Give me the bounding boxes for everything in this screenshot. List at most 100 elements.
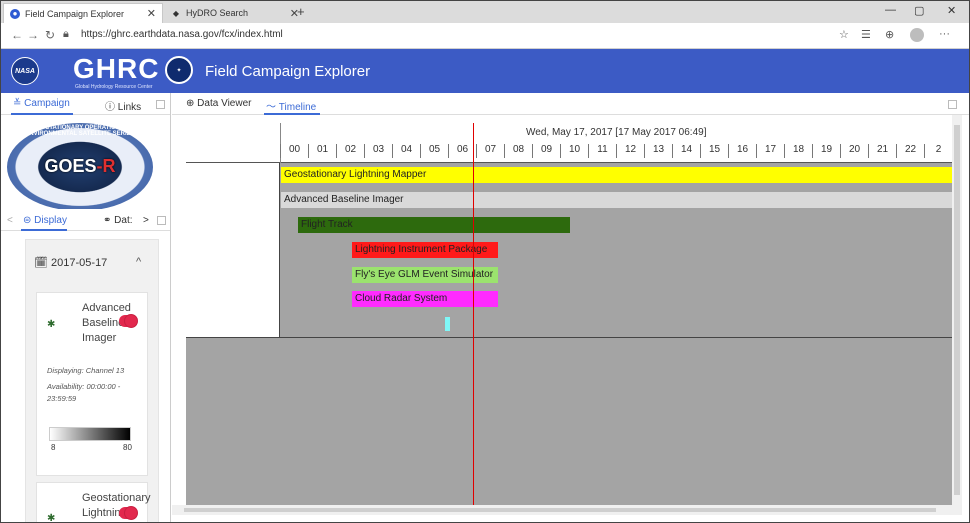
- availability-text: Availability: 00:00:00 -: [47, 382, 121, 391]
- hour-tick-label: 14: [672, 144, 700, 158]
- hour-tick-label: 04: [392, 144, 420, 158]
- refresh-icon[interactable]: ↻: [45, 28, 55, 42]
- timeline-group-border: [280, 337, 952, 338]
- browser-tab-field-campaign[interactable]: ● Field Campaign Explorer ✕: [3, 3, 163, 23]
- hour-tick-label: 07: [476, 144, 504, 158]
- timeline-bar-glm[interactable]: Geostationary Lightning Mapper: [281, 167, 952, 183]
- profile-avatar-icon[interactable]: [910, 28, 924, 42]
- campaign-icon: ≚: [13, 98, 22, 109]
- timeline-bar-flight-track[interactable]: Flight Track: [298, 217, 570, 233]
- favorites-list-icon[interactable]: ☰: [861, 28, 871, 41]
- tab-links[interactable]: ⓘ Links: [105, 98, 141, 113]
- collections-icon[interactable]: ⊕: [885, 28, 894, 41]
- nasa-logo-icon[interactable]: NASA: [11, 57, 39, 85]
- lock-icon: 🔒︎: [63, 28, 69, 40]
- browser-tab-hydro[interactable]: ◆ HyDRO Search ✕: [165, 3, 305, 23]
- timeline-group-column: [186, 163, 280, 338]
- tab-active-indicator: [21, 229, 67, 231]
- timeline-bar-small[interactable]: [445, 317, 450, 331]
- close-window-icon[interactable]: ✕: [947, 4, 956, 17]
- scrollbar-thumb[interactable]: [954, 125, 960, 495]
- tab-active-indicator: [264, 113, 320, 115]
- colorbar-max: 80: [123, 443, 132, 452]
- displaying-text: Displaying: Channel 13: [47, 366, 125, 375]
- left-tabs: ≚ Campaign ⓘ Links: [1, 93, 170, 115]
- hour-tick-label: 06: [448, 144, 476, 158]
- panel-expand-icon[interactable]: [157, 216, 166, 225]
- favorite-star-icon[interactable]: ☆: [839, 28, 849, 41]
- tab-data[interactable]: ⚭ Dat:: [103, 215, 133, 226]
- timeline-chart[interactable]: Wed, May 17, 2017 [17 May 2017 06:49] 00…: [186, 123, 952, 505]
- hour-tick-label: 01: [308, 144, 336, 158]
- layer-toggle[interactable]: [119, 507, 137, 519]
- hour-tick-label: 11: [588, 144, 616, 158]
- hour-axis: 00 01 02 03 04 05 06 07 08 09 10 11 12 13 14 15 16 17 18 19…: [280, 144, 952, 158]
- goes-logo-ring-text: GEOSTATIONARY OPERATIONAL ENVIRONMENTAL …: [25, 125, 135, 137]
- address-bar: ← → ↻ 🔒︎ https://ghrc.earthdata.nasa.gov…: [1, 23, 969, 49]
- calendar-icon: 🗓︎: [34, 257, 48, 269]
- satellite-icon: ✱: [47, 319, 56, 330]
- left-panel: ≚ Campaign ⓘ Links GEOSTATIONARY OPERATI…: [1, 93, 171, 522]
- hour-tick-label: 2: [924, 144, 952, 158]
- tab-campaign[interactable]: ≚ Campaign: [13, 98, 70, 109]
- timeline-date-label: Wed, May 17, 2017 [17 May 2017 06:49]: [526, 127, 707, 138]
- horizontal-scrollbar[interactable]: [172, 505, 962, 515]
- timeline-bar-abi[interactable]: Advanced Baseline Imager: [281, 192, 952, 208]
- layer-toggle[interactable]: [119, 315, 137, 327]
- scrollbar-thumb[interactable]: [184, 508, 936, 512]
- hour-tick-label: 09: [532, 144, 560, 158]
- panel-expand-icon[interactable]: [948, 100, 957, 109]
- tab-timeline[interactable]: 〜 Timeline: [266, 98, 316, 113]
- colorbar: [49, 427, 131, 441]
- goes-r-logo: GEOSTATIONARY OPERATIONAL ENVIRONMENTAL …: [7, 123, 153, 211]
- goes-logo-text: GOES-R: [44, 156, 116, 176]
- more-menu-icon[interactable]: ···: [939, 28, 950, 40]
- globe-icon: ⊕: [186, 98, 195, 109]
- scroll-left-icon[interactable]: <: [7, 215, 13, 226]
- hour-tick-label: 00: [280, 144, 308, 158]
- chevron-up-icon[interactable]: ^: [136, 256, 141, 268]
- hour-tick-label: 08: [504, 144, 532, 158]
- browser-tab-strip: ● Field Campaign Explorer ✕ ◆ HyDRO Sear…: [1, 1, 969, 23]
- campaign-emblem-icon: ✦: [165, 56, 193, 84]
- close-tab-icon[interactable]: ✕: [147, 7, 156, 20]
- url-field[interactable]: https://ghrc.earthdata.nasa.gov/fcx/inde…: [81, 29, 283, 40]
- hour-tick-label: 21: [868, 144, 896, 158]
- hour-tick-label: 12: [616, 144, 644, 158]
- timeline-header: Wed, May 17, 2017 [17 May 2017 06:49] 00…: [186, 123, 952, 163]
- tab-display[interactable]: ⊜ Display: [23, 215, 67, 226]
- hour-tick-label: 13: [644, 144, 672, 158]
- ghrc-logo[interactable]: GHRC: [73, 53, 159, 85]
- date-header[interactable]: 🗓︎ 2017-05-17: [34, 256, 107, 269]
- hour-tick-label: 22: [896, 144, 924, 158]
- maximize-icon[interactable]: ▢: [914, 4, 924, 17]
- scroll-right-icon[interactable]: >: [143, 215, 149, 226]
- new-tab-icon[interactable]: +: [297, 4, 305, 19]
- browser-tab-title: HyDRO Search: [186, 8, 249, 18]
- timeline-icon: 〜: [266, 102, 276, 113]
- app-header: NASA GHRC Global Hydrology Resource Cent…: [1, 49, 969, 93]
- colorbar-min: 8: [51, 443, 56, 452]
- back-arrow-icon[interactable]: ←: [11, 28, 23, 42]
- timeline-bar-fegs[interactable]: Fly's Eye GLM Event Simulator: [352, 267, 498, 283]
- layer-name: Geostationary Lightning: [82, 492, 151, 519]
- hour-tick-label: 05: [420, 144, 448, 158]
- availability-text-2: 23:59:59: [47, 394, 77, 403]
- tab-data-viewer[interactable]: ⊕ Data Viewer: [186, 98, 251, 109]
- panel-expand-icon[interactable]: [156, 100, 165, 109]
- tab-active-indicator: [11, 113, 73, 115]
- link-icon: ⚭: [103, 215, 112, 226]
- page-title: Field Campaign Explorer: [205, 63, 371, 80]
- timeline-bar-lip[interactable]: Lightning Instrument Package: [352, 242, 498, 258]
- ghrc-subtitle: Global Hydrology Resource Center: [75, 84, 153, 90]
- vertical-scrollbar[interactable]: [952, 115, 962, 505]
- hydro-favicon-icon: ◆: [172, 8, 180, 18]
- current-time-line: [473, 123, 474, 505]
- display-icon: ⊜: [23, 215, 32, 226]
- site-favicon-icon: ●: [10, 8, 20, 19]
- hour-tick-label: 17: [756, 144, 784, 158]
- minimize-icon[interactable]: —: [885, 4, 896, 16]
- hour-tick-label: 02: [336, 144, 364, 158]
- timeline-bar-crs[interactable]: Cloud Radar System: [352, 291, 498, 307]
- forward-arrow-icon[interactable]: →: [27, 28, 39, 42]
